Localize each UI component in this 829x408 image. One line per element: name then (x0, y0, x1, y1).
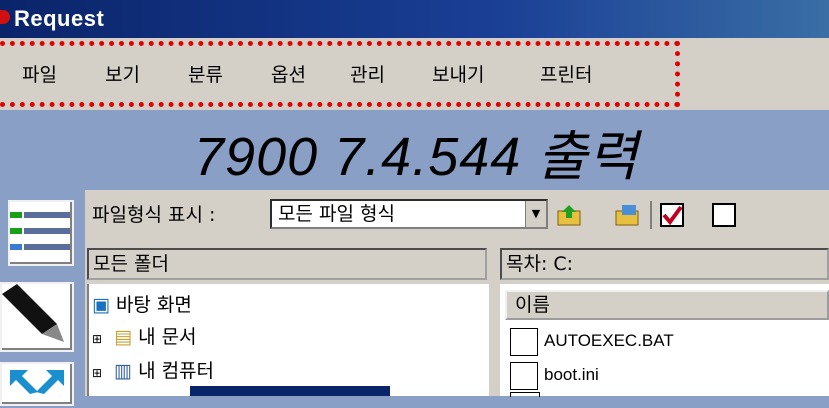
folder-up-icon[interactable] (556, 203, 582, 227)
menu-category[interactable]: 분류 (188, 60, 223, 87)
file-type-select[interactable]: 모든 파일 형식 ▼ (270, 199, 548, 229)
edit-button[interactable] (0, 282, 74, 352)
menu-printer[interactable]: 프린터 (540, 60, 592, 87)
expand-icon[interactable]: ⊞ (92, 366, 102, 380)
file-icon (510, 328, 538, 356)
file-icon (510, 362, 538, 390)
file-type-label: 파일형식 표시 : (92, 204, 216, 226)
expand-arrows-icon (10, 370, 64, 394)
desktop-icon: ▣ (92, 294, 110, 316)
menu-bar: 파일 보기 분류 옵션 관리 보내기 프린터 (0, 38, 829, 111)
empty-checkbox[interactable] (712, 203, 736, 227)
title-bar: Request (0, 0, 829, 38)
file-type-value: 모든 파일 형식 (278, 203, 395, 225)
selected-tree-item[interactable] (190, 386, 390, 396)
list-view-button[interactable] (8, 200, 74, 266)
dropdown-arrow-icon[interactable]: ▼ (525, 201, 546, 227)
checked-checkbox[interactable] (660, 203, 684, 227)
checkmark-icon (662, 205, 683, 226)
tree-item-desktop[interactable]: ▣ 바탕 화면 (92, 290, 192, 317)
tree-item-my-documents[interactable]: ⊞ ▤ 내 문서 (92, 322, 197, 349)
app-icon (0, 10, 10, 24)
folder-pane-header: 모든 폴더 (87, 248, 487, 280)
pen-icon (2, 284, 64, 342)
menu-options[interactable]: 옵션 (271, 60, 306, 87)
menu-send[interactable]: 보내기 (432, 60, 484, 87)
file-row[interactable]: AUTOEXEC.BAT (510, 326, 829, 356)
window-title: Request (14, 6, 105, 31)
toolbar-separator (650, 201, 652, 229)
expand-icon[interactable]: ⊞ (92, 332, 102, 346)
expand-button[interactable] (0, 362, 74, 406)
file-row[interactable]: boot.ini (510, 360, 829, 390)
menu-view[interactable]: 보기 (105, 60, 140, 87)
contents-pane-header: 목차: C: (500, 248, 829, 280)
banner-title: 7900 7.4.544 출력 (194, 127, 639, 187)
left-toolbar (0, 190, 85, 406)
open-folder-icon[interactable] (614, 203, 640, 227)
list-view-icon (10, 212, 70, 250)
tree-item-my-computer[interactable]: ⊞ ▥ 내 컴퓨터 (92, 356, 214, 383)
column-header-name[interactable]: 이름 (505, 290, 829, 320)
computer-icon: ▥ (114, 360, 133, 382)
file-icon (510, 392, 540, 397)
documents-folder-icon: ▤ (114, 326, 133, 348)
menu-manage[interactable]: 관리 (350, 60, 385, 87)
menu-file[interactable]: 파일 (22, 60, 57, 87)
